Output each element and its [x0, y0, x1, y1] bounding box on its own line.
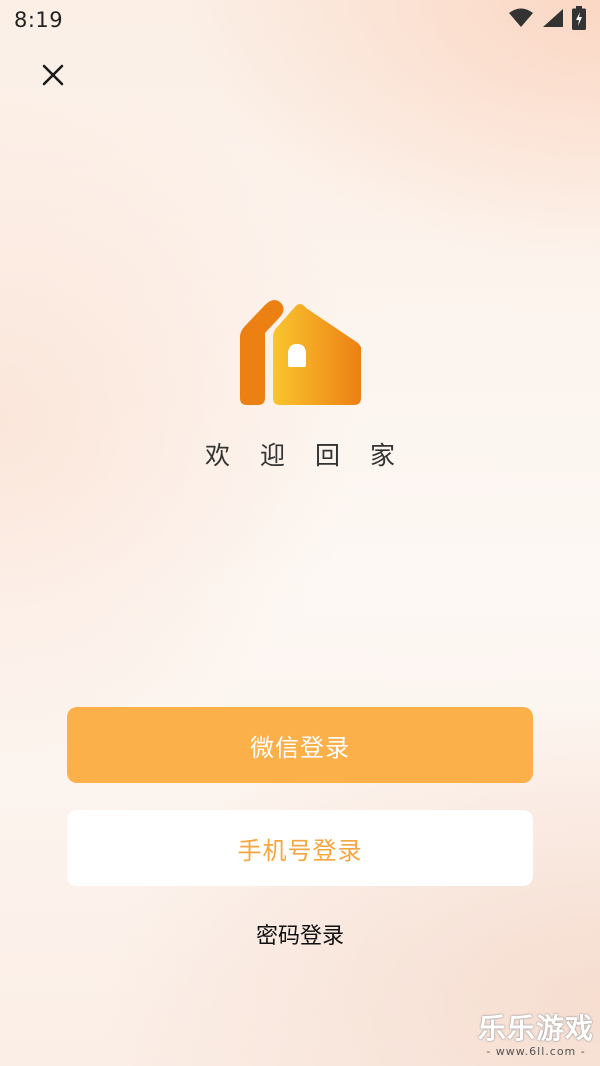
- status-time: 8:19: [14, 8, 64, 32]
- watermark-site: - www.6ll.com -: [486, 1045, 586, 1058]
- signal-icon: [542, 8, 564, 32]
- battery-charging-icon: [572, 6, 586, 34]
- close-button[interactable]: [34, 58, 72, 96]
- watermark-title: 乐乐游戏: [477, 1012, 594, 1045]
- house-logo-icon: [237, 297, 363, 407]
- welcome-title: 欢迎回家: [204, 441, 425, 470]
- close-icon: [42, 64, 64, 90]
- password-login-link[interactable]: 密码登录: [0, 918, 600, 950]
- status-bar: 8:19: [0, 0, 600, 40]
- status-icons: [508, 6, 586, 34]
- watermark: 乐乐游戏 - www.6ll.com -: [478, 1007, 594, 1058]
- wechat-login-button[interactable]: 微信登录: [67, 707, 533, 783]
- phone-login-button[interactable]: 手机号登录: [67, 810, 533, 886]
- wifi-icon: [508, 8, 534, 32]
